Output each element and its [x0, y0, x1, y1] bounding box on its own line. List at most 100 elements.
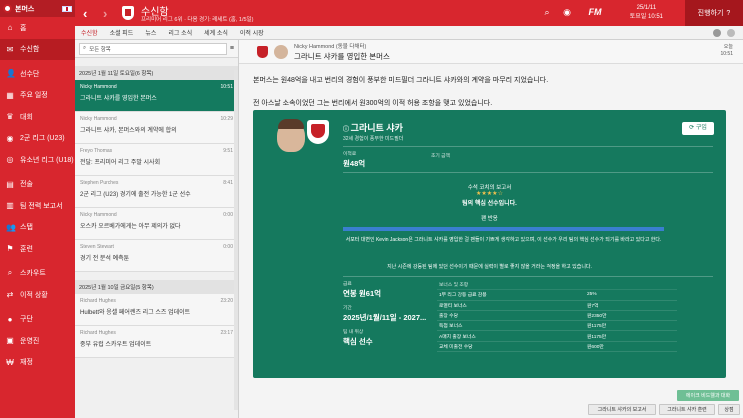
shop-button[interactable]: 상점 [718, 404, 740, 415]
table-row: 1부 리그 강등 급료 감봉 25% [437, 290, 677, 301]
message-time: 23:17 [220, 330, 233, 336]
buy-button[interactable]: ⟳ 구입 [682, 122, 714, 135]
bonus-header: 보너스 및 조항 [439, 283, 469, 289]
sidebar-item[interactable]: ₩ 재정 [0, 352, 75, 374]
sidebar-item-label: 운영진 [20, 337, 40, 345]
sidebar-item[interactable]: ✉ 수신함 [0, 38, 75, 60]
message-body-1: 본머스는 원48억을 내고 번리의 경험이 풍부한 미드필더 그라니트 샤카와의… [253, 77, 549, 84]
sidebar-item[interactable]: ◉ 2군 리그 (U23) [0, 128, 75, 150]
message-time: 10:29 [220, 116, 233, 122]
sidebar-item-label: 재정 [20, 359, 33, 367]
inbox-icon: ✉ [6, 44, 14, 54]
sidebar-nav: ⌂ 홈 ✉ 수신함 👤 선수단 ▦ 주요 일정 ♛ 대회 ◉ 2군 리그 (U23) ◎ 유소년 리그 (… [0, 17, 75, 373]
staff-icon: 👥 [6, 222, 16, 232]
date-group-header[interactable]: 2025년 1월 10일 금요일(5 항목) [75, 280, 238, 294]
bonus-name: A매치 출장 보너스 [439, 334, 476, 340]
list-item[interactable]: Richard Hughes Hulbett와 응셀 페어렌즈 리그 스즈 업데이… [75, 294, 238, 326]
fm-menu-icon[interactable]: FM [585, 7, 605, 19]
search-input[interactable]: ⌕ 모든 항목 [79, 42, 227, 55]
tab[interactable]: 수신함 [75, 28, 104, 37]
search-icon[interactable]: ⌕ [541, 7, 553, 19]
message-from: Freyo Thomas [80, 148, 113, 154]
message-time: 8:41 [223, 180, 233, 186]
transfer-icon: ⇄ [6, 290, 14, 300]
tab[interactable]: 세계 소식 [198, 28, 234, 37]
tab[interactable]: 소셜 피드 [104, 28, 140, 37]
sidebar-item-label: 팀 전력 보고서 [20, 202, 63, 210]
list-item[interactable]: Steven Stewart 경기 전 분석 예측툰 0:00 [75, 240, 238, 272]
continue-button[interactable]: 진행하기 ? [685, 0, 743, 26]
list-item[interactable]: Nicky Hammond 오스카 오르베가에게는 아무 제의가 없다 0:00 [75, 208, 238, 240]
sidebar-item[interactable]: 👥 스탭 [0, 217, 75, 239]
sidebar-item[interactable]: ▥ 팀 전력 보고서 [0, 195, 75, 217]
sidebar-item[interactable]: ⌂ 홈 [0, 17, 75, 39]
message-subj: 중부 유럽 스카우트 업데이트 [80, 342, 152, 348]
table-row: 출장 수당 원2350만 [437, 311, 677, 322]
list-item[interactable]: Nicky Hammond 그라니트 샤카를 영입한 본머스 10:51 [75, 80, 238, 112]
sidebar-item[interactable]: ⚑ 훈련 [0, 238, 75, 260]
back-arrow-icon[interactable]: ‹ [83, 6, 87, 21]
reserve-icon: ◉ [6, 133, 14, 143]
help-icon: ? [726, 9, 731, 17]
sidebar-item[interactable]: ● 구단 [0, 309, 75, 331]
list-item[interactable]: Freyo Thomas 전달: 프리미어 리그 주말 시사회 9:51 [75, 144, 238, 176]
talk-button[interactable]: 에이크 비드웰과 대화 [677, 390, 739, 401]
tab[interactable]: 리그 소식 [162, 28, 198, 37]
calendar-icon: ▦ [6, 90, 14, 100]
bonus-value: 25% [587, 292, 597, 298]
message-subj: 2군 리그 (U23) 경기에 출전 가능한 1군 선수 [80, 192, 191, 198]
message-subj: Hulbett와 응셀 페어렌즈 리그 스즈 업데이트 [80, 310, 191, 316]
message-subj: 전달: 프리미어 리그 주말 시사회 [80, 160, 161, 166]
message-sender: Nicky Hammond (동물 다채터) [294, 43, 367, 50]
sidebar-item[interactable]: ▦ 주요 일정 [0, 85, 75, 107]
forward-arrow-icon[interactable]: › [103, 6, 107, 21]
sidebar-item-label: 선수단 [20, 70, 40, 78]
list-item[interactable]: Richard Hughes 중부 유럽 스카우트 업데이트 23:17 [75, 326, 238, 358]
table-row: 로열티 보너스 원7억 [437, 301, 677, 311]
message-time: 0:00 [223, 244, 233, 250]
menu-icon[interactable]: ≡ [230, 45, 234, 52]
globe-icon[interactable]: ◉ [561, 7, 573, 19]
message-list: ⌕ 모든 항목 ≡ 2025년 1월 11일 토요일(6 항목) Nicky Ha… [75, 40, 239, 418]
club-icon: ● [7, 314, 13, 324]
player-name[interactable]: ⓘ 그라니트 샤카 [343, 121, 403, 134]
sidebar-item[interactable]: ▣ 운영진 [0, 330, 75, 352]
filter-bar: ⌕ 모든 항목 ≡ [75, 40, 238, 58]
sidebar-item-label: 수신함 [20, 46, 40, 54]
help-icon[interactable] [713, 28, 721, 37]
home-icon: ⌂ [7, 23, 13, 33]
tab[interactable]: 이적 시장 [234, 28, 270, 37]
table-row: A매치 출장 보너스 원1175만 [437, 331, 677, 342]
settings-icon[interactable] [727, 28, 735, 37]
trophy-icon: ♛ [6, 112, 14, 122]
sidebar-item[interactable]: ⌕ 스카우트 [0, 263, 75, 285]
table-row: 득점 보너스 원1175만 [437, 321, 677, 332]
sidebar-item-label: 훈련 [20, 245, 33, 253]
message-body-2: 전 아스날 소속이었던 그는 번리에서 원300억의 이적 허용 조항을 맺고 … [253, 100, 493, 107]
player-report-button[interactable]: 그라니트 샤카의 보고서 [588, 404, 656, 415]
sidebar-item-label: 이적 상황 [20, 291, 48, 299]
sidebar-header[interactable]: 본머스 [0, 0, 75, 17]
sidebar-item-label: 전술 [20, 181, 33, 189]
finance-icon: ₩ [6, 357, 14, 367]
sidebar-item[interactable]: ⇄ 이적 상황 [0, 284, 75, 306]
sidebar-item[interactable]: ◎ 유소년 리그 (U18) [0, 149, 75, 171]
message-from: Richard Hughes [80, 330, 116, 336]
contract-label: 기간 [343, 306, 352, 311]
coach-verdict: 팀의 핵심 선수입니다. [462, 201, 517, 207]
message-view: Nicky Hammond (동물 다채터) 그라니트 샤카를 영입한 본머스 … [239, 40, 743, 418]
fan-concern-text: 지난 시즌에 강등된 팀에 있던 선수이기 때문에 실력이 별로 좋지 않을 거… [387, 264, 592, 270]
sidebar-item[interactable]: 👤 선수단 [0, 63, 75, 85]
club-crest-icon [122, 6, 134, 20]
date-group-header[interactable]: 2025년 1월 11일 토요일(6 항목) [75, 66, 238, 80]
sidebar-item-label: 스탭 [20, 224, 33, 232]
list-item[interactable]: Stephen Purches 2군 리그 (U23) 경기에 출전 가능한 1군… [75, 176, 238, 208]
player-training-button[interactable]: 그라니트 샤카 훈련 [659, 404, 715, 415]
sidebar-item[interactable]: ♛ 대회 [0, 106, 75, 128]
list-item[interactable]: Nicky Hammond 그라니트 샤카, 본머스와의 계약에 합의 10:29 [75, 112, 238, 144]
club-crest-icon [307, 120, 329, 144]
message-header: Nicky Hammond (동물 다채터) 그라니트 샤카를 영입한 본머스 … [239, 40, 743, 64]
tab[interactable]: 뉴스 [139, 28, 162, 37]
sidebar-item[interactable]: ▤ 전술 [0, 174, 75, 196]
scrollbar[interactable] [234, 70, 238, 410]
